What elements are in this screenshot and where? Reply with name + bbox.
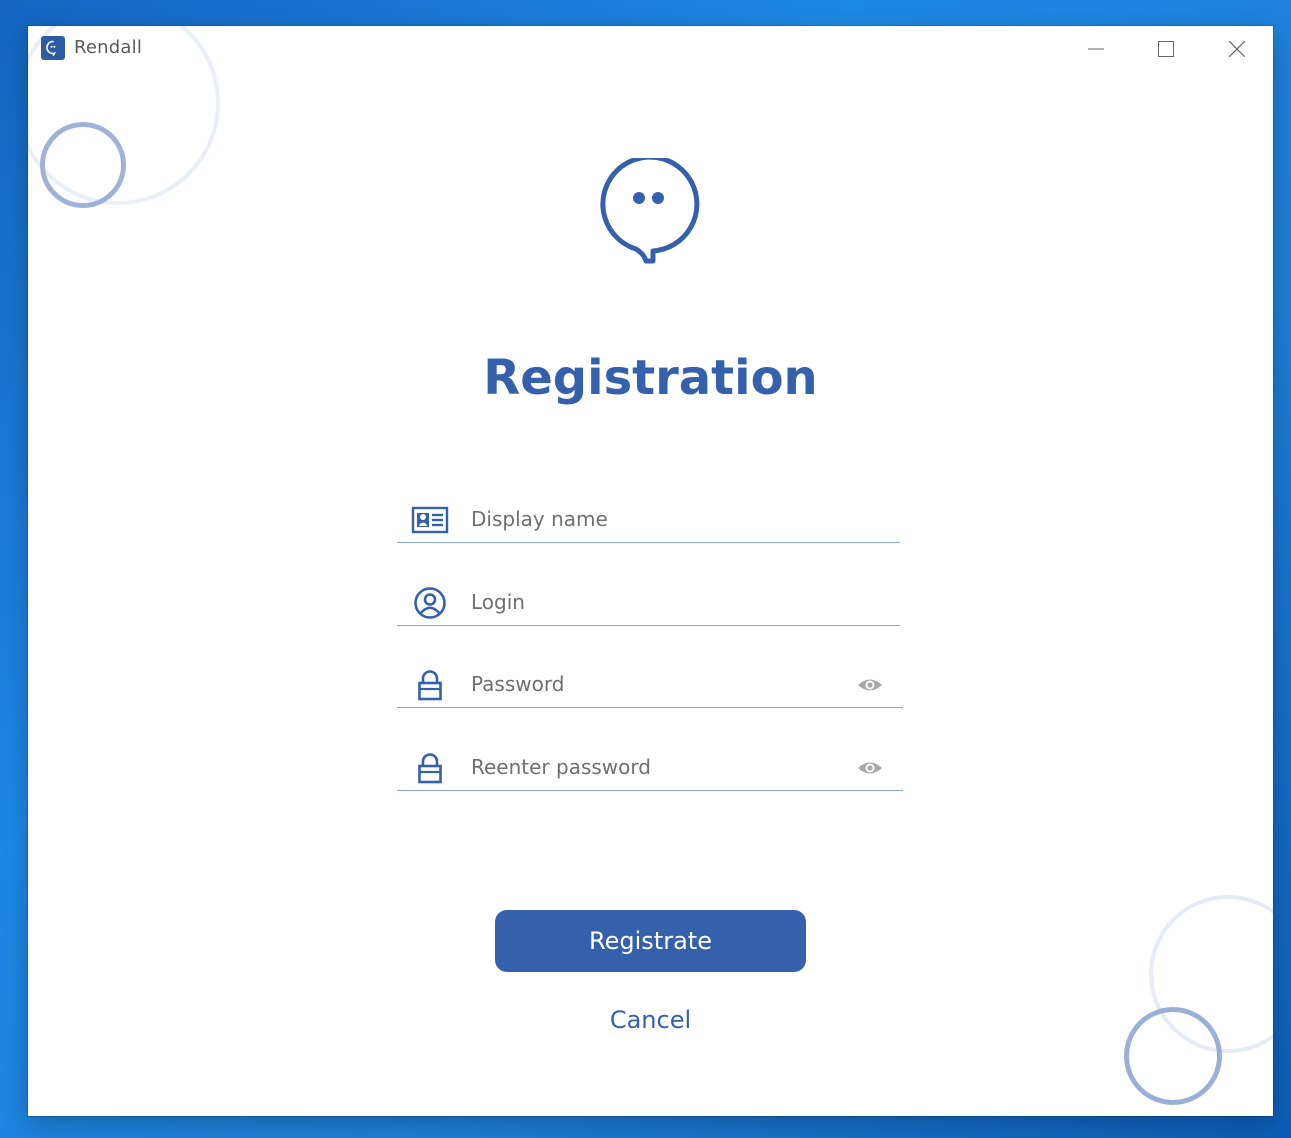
close-button[interactable] bbox=[1217, 34, 1257, 64]
login-field bbox=[397, 579, 900, 626]
chat-bubble-icon bbox=[41, 36, 65, 60]
lock-icon bbox=[418, 753, 442, 784]
eye-icon[interactable] bbox=[856, 758, 884, 778]
display-name-field bbox=[397, 496, 900, 543]
app-title: Rendall bbox=[74, 37, 143, 58]
app-window: Rendall Registration Display name Login … bbox=[28, 26, 1273, 1116]
password-field bbox=[397, 661, 903, 708]
reenter-password-field bbox=[397, 744, 903, 791]
login-input[interactable] bbox=[469, 583, 893, 621]
minimize-icon bbox=[1088, 48, 1104, 50]
decorative-ring bbox=[40, 122, 126, 208]
id-card-icon bbox=[411, 506, 449, 534]
display-name-input[interactable] bbox=[469, 500, 893, 538]
user-circle-icon bbox=[414, 587, 446, 619]
lock-icon bbox=[418, 670, 442, 701]
cancel-link[interactable]: Cancel bbox=[28, 1006, 1273, 1034]
page-title: Registration bbox=[483, 350, 818, 406]
reenter-password-input[interactable] bbox=[469, 748, 843, 786]
password-input[interactable] bbox=[469, 665, 843, 703]
chat-bubble-logo-icon bbox=[598, 154, 702, 275]
close-icon bbox=[1229, 41, 1245, 57]
registrate-button[interactable]: Registrate bbox=[495, 910, 806, 972]
eye-icon[interactable] bbox=[856, 675, 884, 695]
minimize-button[interactable] bbox=[1076, 34, 1116, 64]
title-bar[interactable]: Rendall bbox=[28, 26, 1273, 70]
maximize-button[interactable] bbox=[1146, 34, 1186, 64]
maximize-icon bbox=[1158, 41, 1174, 57]
